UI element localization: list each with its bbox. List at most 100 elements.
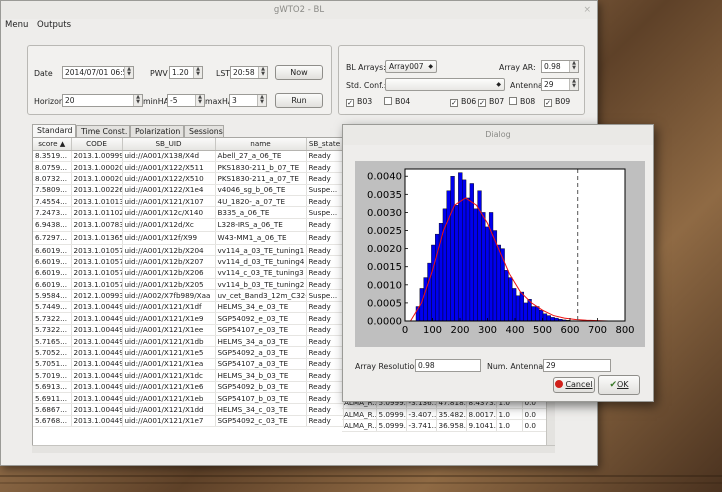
maxha-field[interactable]: 3 ▲ ▼ — [229, 94, 267, 107]
table-row[interactable]: 8.3519...2013.1.00999.Suid://A001/X138/X… — [33, 150, 344, 162]
tab-time-const[interactable]: Time Const. — [76, 125, 130, 137]
table-cell: Ready — [306, 312, 344, 325]
antennas-field[interactable]: 29 ▲ ▼ — [541, 78, 579, 91]
array-ar-spinner-icon[interactable]: ▲ ▼ — [569, 61, 578, 72]
table-cell: 2013.1.01102.S — [71, 206, 123, 219]
bl-arrays-select[interactable]: Array007 ◆ — [385, 60, 437, 73]
table-cell: 2013.1.00449.S — [71, 312, 123, 325]
column-header[interactable]: score ▲ — [33, 138, 72, 151]
dialog-title[interactable]: Dialog — [343, 125, 653, 145]
tab-standard[interactable]: Standard — [32, 124, 76, 137]
cancel-button[interactable]: Cancel — [553, 377, 595, 393]
column-header[interactable]: SB_state — [306, 138, 344, 151]
horizon-field[interactable]: 20 ▲ ▼ — [62, 94, 143, 107]
band-checkbox-b04[interactable]: B04 — [384, 97, 410, 107]
table-row[interactable]: 6.6019...2013.1.01057.Suid://A001/X12b/X… — [33, 278, 344, 291]
std-conf-select[interactable]: ◆ — [385, 78, 505, 91]
band-checkbox-b03[interactable]: ✓ B03 — [346, 97, 372, 107]
table-cell: PKS1830-211_b_07_TE — [215, 161, 307, 174]
table-row[interactable]: 5.6913...2013.1.00449.Suid://A001/X121/X… — [33, 381, 344, 393]
num-antennas-field[interactable]: 29 — [543, 359, 611, 372]
table-row[interactable]: 8.0759...2013.1.00020.Suid://A001/X122/X… — [33, 161, 344, 174]
table-cell: 6.6019... — [33, 244, 72, 257]
table-row[interactable]: 6.6019...2013.1.01057.Suid://A001/X12b/X… — [33, 255, 344, 268]
histogram-chart: 0 100 200 300 400 500 600 700 800 0.0000 0.0005 0.0… — [367, 168, 635, 336]
run-button[interactable]: Run — [275, 93, 323, 108]
band-checkbox-b07[interactable]: ✓ B07 — [478, 97, 504, 107]
minha-spinner-icon[interactable]: ▲ ▼ — [195, 95, 204, 106]
menu-menu[interactable]: Menu — [5, 20, 28, 30]
table-cell: 2013.1.01057.S — [71, 267, 123, 280]
column-header[interactable]: CODE — [71, 138, 123, 151]
table-cell: uid://A001/X12b/X205 — [122, 278, 216, 291]
table-cell: SGP54092_b_03_TE — [215, 381, 307, 393]
table-row[interactable]: 8.0732...2013.1.00020.Suid://A001/X122/X… — [33, 172, 344, 185]
now-button[interactable]: Now — [275, 65, 323, 80]
table-row[interactable]: ALMA_R...5.0999...-3.407...35.482...8.00… — [342, 408, 554, 421]
date-spinner-icon[interactable]: ▲ ▼ — [124, 67, 133, 78]
table-row[interactable]: 5.7322...2013.1.00449.Suid://A001/X121/X… — [33, 312, 344, 325]
checkbox-icon: ✓ — [346, 99, 354, 107]
minha-field[interactable]: -5 ▲ ▼ — [167, 94, 205, 107]
pwv-spinner-icon[interactable]: ▲ ▼ — [193, 67, 202, 78]
date-field[interactable]: 2014/07/01 06:52 ▲ ▼ — [62, 66, 134, 79]
array-resolution-label: Array Resolution — [355, 362, 420, 371]
y-tick-label: 0.0010 — [367, 280, 402, 291]
ok-button[interactable]: ✔OK — [598, 375, 640, 395]
table-row[interactable]: 5.7019...2013.1.00449.Suid://A001/X121/X… — [33, 369, 344, 382]
maxha-value: 3 — [232, 96, 237, 105]
table-row[interactable]: 5.6911...2013.1.00449.Suid://A001/X121/X… — [33, 392, 344, 405]
table-cell: uid://A001/X121/X1dd — [122, 403, 216, 416]
antennas-spinner-icon[interactable]: ▲ ▼ — [569, 79, 578, 90]
table-row[interactable]: 5.7322...2013.1.00449.Suid://A001/X121/X… — [33, 324, 344, 336]
tab-polarization[interactable]: Polarization — [130, 125, 184, 137]
table-row[interactable]: 5.7449...2013.1.00449.Suid://A001/X121/X… — [33, 301, 344, 314]
table-row[interactable]: 5.7051...2013.1.00449.Suid://A001/X121/X… — [33, 358, 344, 371]
table-row[interactable]: 5.6768...2013.1.00449.Suid://A001/X121/X… — [33, 415, 344, 428]
band-checkbox-b09[interactable]: ✓ B09 — [544, 97, 570, 107]
array-resolution-field[interactable]: 0.98 — [415, 359, 481, 372]
band-checkbox-b06[interactable]: ✓ B06 — [450, 97, 476, 107]
maxha-spinner-icon[interactable]: ▲ ▼ — [257, 95, 266, 106]
histogram-bar — [458, 172, 463, 322]
band-label: B04 — [395, 97, 411, 106]
table-cell: uid://A001/X12b/X207 — [122, 255, 216, 268]
array-ar-field[interactable]: 0.98 ▲ ▼ — [541, 60, 579, 73]
table-cell: Ready — [306, 278, 344, 291]
table-cell: 5.0999... — [376, 419, 407, 432]
pwv-field[interactable]: 1.20 ▲ ▼ — [169, 66, 203, 79]
horizon-spinner-icon[interactable]: ▲ ▼ — [133, 95, 142, 106]
table-row[interactable]: 5.7052...2013.1.00449.Suid://A001/X121/X… — [33, 346, 344, 359]
table-row[interactable]: 7.2473...2013.1.01102.Suid://A001/X12c/X… — [33, 206, 344, 219]
table-row[interactable]: 5.6867...2013.1.00449.Suid://A001/X121/X… — [33, 403, 344, 416]
menu-outputs[interactable]: Outputs — [37, 20, 71, 30]
ok-label: OK — [617, 380, 629, 389]
table-row[interactable]: 7.4554...2013.1.01013.Suid://A001/X121/X… — [33, 195, 344, 208]
table-row[interactable]: ALMA_R...5.0999...-3.741...36.958...9.10… — [342, 419, 554, 432]
table-row[interactable]: 6.6019...2013.1.01057.Suid://A001/X12b/X… — [33, 267, 344, 280]
table-row[interactable]: 7.5809...2013.1.00226.Suid://A001/X122/X… — [33, 184, 344, 197]
table-row[interactable]: 6.9438...2013.1.00783.Suid://A001/X12d/X… — [33, 218, 344, 232]
band-checkbox-b08[interactable]: B08 — [509, 97, 535, 107]
table-cell: 2013.1.00783.S — [71, 218, 123, 232]
close-icon[interactable]: × — [583, 1, 591, 19]
tab-sessions[interactable]: Sessions — [184, 125, 224, 137]
table-cell: -3.407... — [406, 408, 437, 421]
table-row[interactable]: 5.7165...2013.1.00449.Suid://A001/X121/X… — [33, 335, 344, 348]
table-row[interactable]: 6.6019...2013.1.01057.Suid://A001/X12b/X… — [33, 244, 344, 257]
table-cell: 2013.1.00226.S — [71, 184, 123, 197]
column-header[interactable]: SB_UID — [122, 138, 216, 151]
table-row[interactable]: 6.7297...2013.1.01365.Suid://A001/X12f/X… — [33, 231, 344, 245]
x-tick-label: 200 — [450, 325, 469, 336]
table-body: 8.3519...2013.1.00999.Suid://A001/X138/X… — [33, 150, 344, 428]
table-row[interactable]: 5.9584...2012.1.00993.Suid://A002/X7fb98… — [33, 289, 344, 302]
table-cell: 1.0 — [496, 408, 523, 421]
histogram-bar — [515, 295, 521, 322]
column-header[interactable]: name — [215, 138, 307, 151]
y-tick-label: 0.0000 — [367, 317, 402, 328]
window-titlebar[interactable]: gWTO2 - BL × — [1, 1, 597, 19]
lst-field[interactable]: 20:58 ▲ ▼ — [230, 66, 268, 79]
lst-spinner-icon[interactable]: ▲ ▼ — [258, 67, 267, 78]
table-cell: Ready — [306, 346, 344, 359]
horizontal-scrollbar[interactable] — [32, 445, 555, 453]
